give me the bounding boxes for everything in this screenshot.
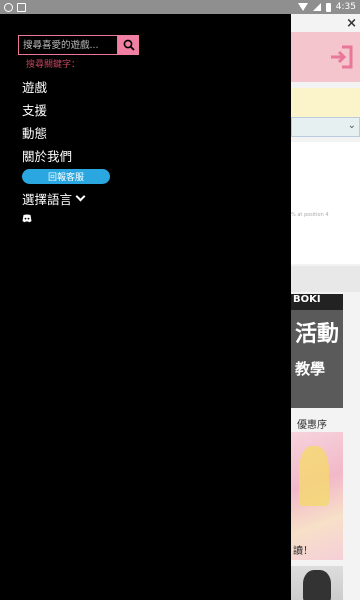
search-button[interactable] <box>118 35 139 55</box>
event-banner[interactable]: BOKI 活動 教學 <box>291 294 343 408</box>
artwork-detail <box>299 446 329 506</box>
game-artwork-2[interactable] <box>291 566 343 600</box>
divider <box>291 142 360 154</box>
nav-item-news[interactable]: 動態 <box>22 123 47 142</box>
chevron-down-icon <box>75 191 86 202</box>
media-icon <box>4 2 13 12</box>
banner-title: 活動 <box>295 322 340 347</box>
wifi-icon <box>297 3 308 11</box>
hot-keywords-label: 搜尋關鍵字： <box>26 60 81 70</box>
chevron-down-icon: ⌄ <box>347 120 356 131</box>
language-select-label: 選擇語言 <box>22 192 73 207</box>
clock: 4:35 <box>335 2 356 12</box>
battery-icon <box>325 2 331 12</box>
notice-bar <box>291 88 360 118</box>
close-icon[interactable]: × <box>346 16 357 31</box>
contact-support-button[interactable]: 回報客服 <box>22 169 110 184</box>
search-input[interactable] <box>18 35 118 55</box>
content-panel <box>291 154 360 264</box>
artwork-caption: 讀！ <box>293 546 313 557</box>
nav-item-about[interactable]: 關於我們 <box>22 146 72 165</box>
search-bar <box>18 35 139 55</box>
banner-top-text: BOKI <box>291 294 343 310</box>
search-icon <box>123 39 135 51</box>
faded-text: % at position 4 <box>291 212 329 218</box>
gray-band <box>291 266 360 292</box>
status-bar: 4:35 <box>0 0 360 14</box>
notification-icon <box>17 2 26 12</box>
game-artwork[interactable] <box>291 432 343 560</box>
artwork-figure <box>303 570 331 600</box>
nav-item-support[interactable]: 支援 <box>22 100 47 119</box>
navigation-drawer: 搜尋關鍵字： 遊戲 支援 動態 關於我們 回報客服 選擇語言 <box>0 14 291 600</box>
signal-icon <box>312 3 321 11</box>
banner-subtitle: 教學 <box>295 360 326 378</box>
background-select[interactable]: ⌄ <box>291 117 360 137</box>
discord-icon[interactable] <box>22 214 32 223</box>
language-select[interactable]: 選擇語言 <box>22 189 86 208</box>
nav-item-games[interactable]: 遊戲 <box>22 77 47 96</box>
background-page: × ⌄ % at position 4 BOKI 活動 教學 優惠序 讀！ <box>291 14 360 600</box>
login-icon[interactable] <box>328 44 354 70</box>
promo-label: 優惠序 <box>297 420 327 431</box>
